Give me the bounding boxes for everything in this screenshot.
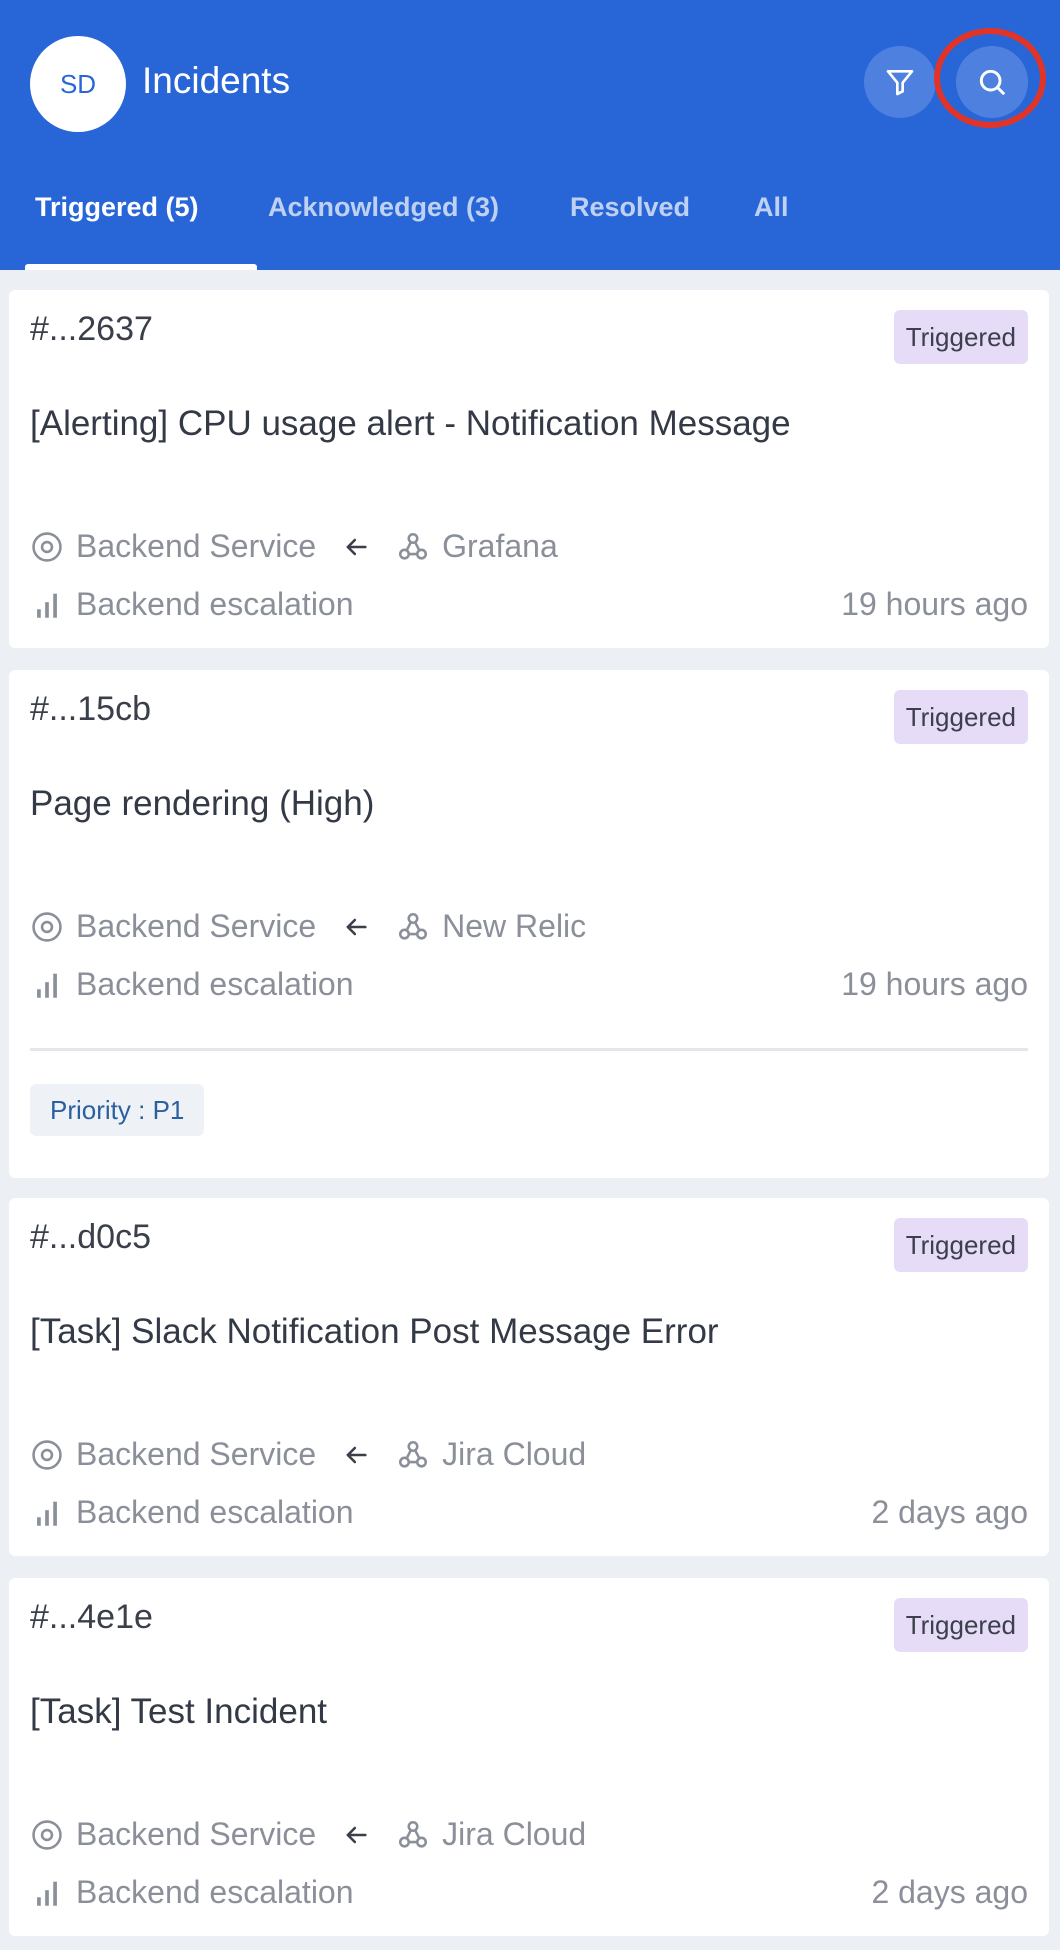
search-icon — [979, 69, 1005, 95]
incident-time: 19 hours ago — [841, 966, 1028, 1002]
service-name: Backend Service — [76, 528, 317, 564]
avatar[interactable]: SD — [30, 36, 126, 132]
service-target-icon — [32, 531, 62, 562]
arrow-left-icon — [346, 1826, 367, 1843]
service-row: Backend Service New Relic — [30, 908, 586, 945]
tab-all[interactable]: All — [754, 192, 789, 223]
status-badge: Triggered — [893, 1598, 1028, 1652]
filter-icon — [886, 70, 914, 96]
service-target-icon — [32, 1439, 62, 1470]
incident-time: 19 hours ago — [841, 586, 1028, 622]
service-name: Backend Service — [76, 1436, 317, 1472]
incident-card[interactable]: #...15cb Triggered Page rendering (High)… — [9, 670, 1049, 1178]
service-target-icon — [32, 1819, 62, 1850]
source-name: Jira Cloud — [442, 1816, 587, 1852]
status-badge: Triggered — [893, 1218, 1028, 1272]
signal-bars-icon — [37, 1881, 57, 1906]
escalation-row: Backend escalation — [30, 966, 354, 1003]
source-name: Grafana — [442, 528, 558, 564]
incident-title: Page rendering (High) — [30, 784, 375, 823]
priority-tag: Priority : P1 — [30, 1084, 205, 1136]
escalation-name: Backend escalation — [76, 966, 354, 1002]
service-name: Backend Service — [76, 1816, 317, 1852]
signal-bars-icon — [37, 593, 57, 618]
tab-resolved[interactable]: Resolved — [570, 192, 690, 223]
escalation-row: Backend escalation — [30, 586, 354, 623]
arrow-left-icon — [346, 1446, 367, 1463]
app-header: SD Incidents Triggered (5) Acknowledged … — [0, 0, 1060, 270]
incident-card[interactable]: #...2637 Triggered [Alerting] CPU usage … — [9, 290, 1049, 648]
escalation-name: Backend escalation — [76, 586, 354, 622]
arrow-left-icon — [346, 538, 367, 555]
incident-id: #...2637 — [30, 310, 153, 348]
incident-id: #...4e1e — [30, 1598, 153, 1636]
webhook-icon — [399, 1440, 428, 1468]
active-tab-indicator — [25, 264, 257, 270]
service-row: Backend Service Grafana — [30, 528, 558, 565]
service-name: Backend Service — [76, 908, 317, 944]
status-badge: Triggered — [893, 310, 1028, 364]
incident-card[interactable]: #...d0c5 Triggered [Task] Slack Notifica… — [9, 1198, 1049, 1556]
escalation-name: Backend escalation — [76, 1874, 354, 1910]
webhook-icon — [399, 1820, 428, 1848]
incident-time: 2 days ago — [871, 1874, 1028, 1910]
arrow-left-icon — [346, 918, 367, 935]
tab-acknowledged[interactable]: Acknowledged (3) — [268, 192, 499, 223]
service-target-icon — [32, 911, 62, 942]
page-title: Incidents — [142, 60, 291, 101]
service-row: Backend Service Jira Cloud — [30, 1436, 586, 1473]
incident-title: [Task] Test Incident — [30, 1692, 328, 1731]
incident-id: #...15cb — [30, 690, 151, 728]
signal-bars-icon — [37, 973, 57, 998]
filter-button[interactable] — [864, 46, 936, 118]
escalation-row: Backend escalation — [30, 1874, 354, 1911]
escalation-name: Backend escalation — [76, 1494, 354, 1530]
webhook-icon — [399, 912, 428, 940]
source-name: Jira Cloud — [442, 1436, 587, 1472]
card-divider — [30, 1048, 1028, 1051]
incident-time: 2 days ago — [871, 1494, 1028, 1530]
incident-card[interactable]: #...4e1e Triggered [Task] Test Incident … — [9, 1578, 1049, 1936]
service-row: Backend Service Jira Cloud — [30, 1816, 586, 1853]
source-name: New Relic — [442, 908, 587, 944]
status-badge: Triggered — [893, 690, 1028, 744]
tab-triggered[interactable]: Triggered (5) — [35, 192, 199, 223]
signal-bars-icon — [37, 1501, 57, 1526]
webhook-icon — [399, 532, 428, 560]
incident-title: [Alerting] CPU usage alert - Notificatio… — [30, 404, 791, 443]
incident-id: #...d0c5 — [30, 1218, 151, 1256]
search-button[interactable] — [956, 46, 1028, 118]
status-tabs: Triggered (5) Acknowledged (3) Resolved … — [0, 180, 1060, 270]
escalation-row: Backend escalation — [30, 1494, 354, 1531]
incident-title: [Task] Slack Notification Post Message E… — [30, 1312, 719, 1351]
